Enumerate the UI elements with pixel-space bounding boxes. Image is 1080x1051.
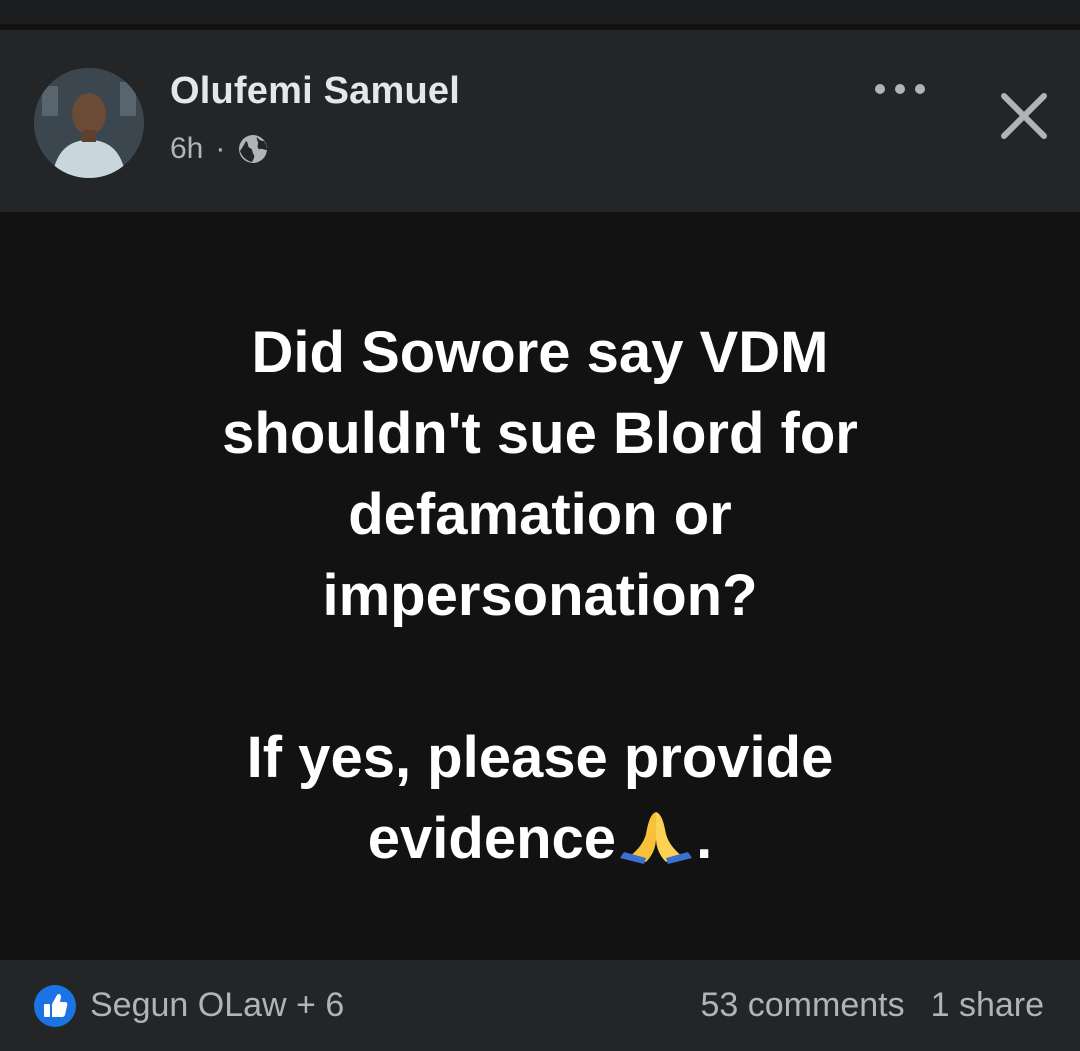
close-icon[interactable] [996, 88, 1052, 144]
post-meta: 6h · [170, 132, 269, 166]
comments-count[interactable]: 53 comments [701, 986, 905, 1025]
shares-count[interactable]: 1 share [931, 986, 1044, 1025]
post-footer: Segun OLaw + 6 53 comments 1 share [0, 960, 1080, 1051]
more-options-icon[interactable] [868, 74, 932, 104]
author-name[interactable]: Olufemi Samuel [170, 70, 460, 113]
post-line: shouldn't sue Blord for [222, 401, 858, 466]
post-body: Did Sowore say VDM shouldn't sue Blord f… [0, 212, 1080, 960]
reactions-summary[interactable]: Segun OLaw + 6 [90, 986, 344, 1025]
post-line: defamation or [348, 482, 732, 547]
avatar-photo [34, 68, 144, 178]
meta-separator: · [215, 132, 226, 165]
like-icon[interactable] [34, 985, 76, 1027]
post-word: evidence [367, 806, 617, 871]
post-header: Olufemi Samuel 6h · [0, 30, 1080, 212]
post-line: If yes, please provide [246, 725, 834, 790]
post-line: Did Sowore say VDM [251, 320, 829, 385]
post-view: Olufemi Samuel 6h · Did Sowore say VDM s… [0, 0, 1080, 1051]
engagement-counts: 53 comments 1 share [701, 986, 1045, 1025]
avatar[interactable] [34, 68, 144, 178]
previous-post-edge [0, 0, 1080, 24]
post-text: Did Sowore say VDM shouldn't sue Blord f… [90, 312, 990, 879]
post-line: impersonation? [322, 563, 758, 628]
post-timestamp[interactable]: 6h [170, 132, 203, 166]
globe-icon[interactable] [237, 133, 269, 165]
praying-hands-icon [616, 804, 696, 864]
post-punctuation: . [696, 806, 713, 871]
post-line: evidence . [90, 798, 990, 879]
